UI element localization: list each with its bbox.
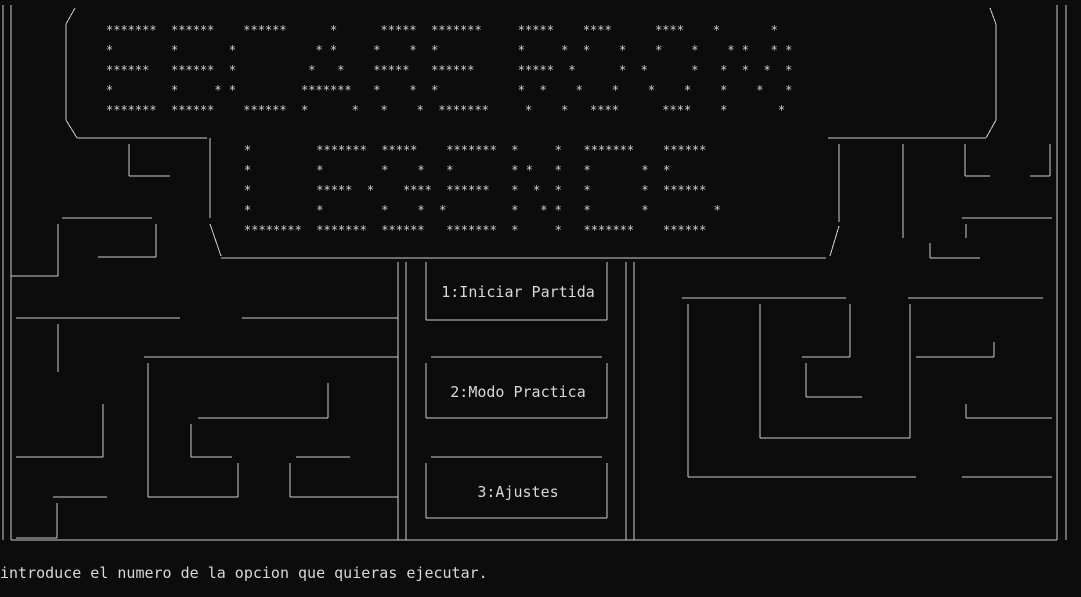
menu-option-ajustes[interactable]: 3:Ajustes	[430, 482, 606, 502]
console-prompt: introduce el numero de la opcion que qui…	[0, 564, 488, 582]
subtitle-row: ******** ******* ****** ******* * * ****…	[244, 223, 706, 237]
title-row: ******* ****** ****** * ***** ******* **…	[106, 23, 778, 37]
title-row: * * * * * * * * * * * * * * * * * *	[106, 43, 792, 57]
title-banner-text: ******* ****** ****** * ***** ******* **…	[106, 23, 792, 237]
menu-option-iniciar-partida[interactable]: 1:Iniciar Partida	[430, 282, 606, 302]
console-window: ******* ****** ****** * ***** ******* **…	[0, 0, 1081, 597]
subtitle-row: * * * * * * * * * * *	[244, 203, 721, 217]
ascii-maze-art: ******* ****** ****** * ***** ******* **…	[2, 5, 1067, 541]
subtitle-row: * * * * * * * * * * *	[244, 163, 670, 177]
title-row: ****** ****** * * * ***** ****** ***** *…	[106, 63, 792, 77]
title-row: ******* ****** ****** * * * * ******* * …	[106, 103, 785, 117]
right-maze	[682, 144, 1052, 478]
menu-option-modo-practica[interactable]: 2:Modo Practica	[430, 382, 606, 402]
subtitle-row: * ***** * **** ****** * * * * * ******	[244, 183, 706, 197]
title-row: * * * * ******* * * * * * * * * * * * *	[106, 83, 792, 97]
subtitle-row: * ******* ***** ******* * * ******* ****…	[244, 143, 706, 157]
